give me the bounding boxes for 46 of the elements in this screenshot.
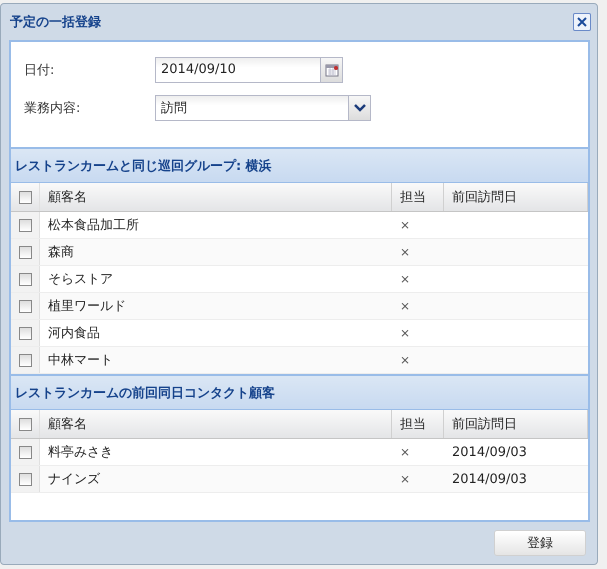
column-header[interactable]: 顧客名 — [40, 410, 392, 438]
table-cell: × — [400, 272, 410, 286]
close-button[interactable] — [573, 13, 591, 31]
section-title: レストランカームと同じ巡回グループ: 横浜 — [15, 158, 272, 174]
table-cell: × — [400, 218, 410, 232]
close-icon — [576, 16, 588, 28]
column-header[interactable]: 担当 — [392, 183, 444, 211]
date-field[interactable]: 2014/09/10 — [155, 56, 343, 82]
row-checkbox[interactable] — [18, 218, 32, 232]
table-cell: × — [400, 244, 410, 258]
table-cell: ナインズ — [48, 472, 100, 487]
table-cell: 松本食品加工所 — [48, 218, 139, 233]
field-label: 業務内容: — [24, 100, 82, 116]
field-label: 日付: — [24, 62, 56, 78]
row-checkbox[interactable] — [18, 326, 32, 340]
table-cell: 2014/09/03 — [452, 444, 527, 460]
select-all-checkbox[interactable] — [18, 418, 32, 430]
column-header[interactable]: 顧客名 — [40, 183, 392, 211]
table-cell: 料亭みさき — [48, 445, 113, 460]
caret-icon — [354, 104, 366, 112]
table-cell: × — [400, 326, 410, 340]
window-title: 予定の一括登録 — [10, 14, 101, 31]
table-cell: × — [400, 298, 410, 312]
section-title: レストランカームの前回同日コンタクト顧客 — [15, 384, 275, 402]
select-field[interactable]: 訪問 — [155, 94, 371, 120]
select-all-checkbox[interactable] — [18, 190, 32, 204]
table-cell: × — [400, 352, 410, 366]
register-button[interactable]: 登録 — [494, 530, 586, 556]
table-cell: 森商 — [48, 245, 74, 260]
table-cell: 河内食品 — [48, 326, 100, 341]
table-cell: 植里ワールド — [48, 299, 126, 314]
table-cell: 2014/09/03 — [452, 472, 527, 486]
row-checkbox[interactable] — [18, 472, 32, 486]
calendar-icon — [324, 62, 338, 76]
row-checkbox[interactable] — [18, 446, 32, 458]
column-header[interactable]: 前回訪問日 — [444, 183, 588, 211]
row-checkbox[interactable] — [18, 300, 32, 312]
table-cell: 中林マート — [48, 353, 113, 368]
row-checkbox[interactable] — [18, 246, 32, 258]
table-cell: × — [400, 444, 410, 458]
column-header[interactable]: 担当 — [392, 410, 444, 438]
table-cell: そらストア — [48, 272, 113, 287]
column-header[interactable]: 前回訪問日 — [444, 410, 588, 438]
row-checkbox[interactable] — [18, 354, 32, 366]
row-checkbox[interactable] — [18, 272, 32, 286]
table-cell: × — [400, 472, 410, 486]
